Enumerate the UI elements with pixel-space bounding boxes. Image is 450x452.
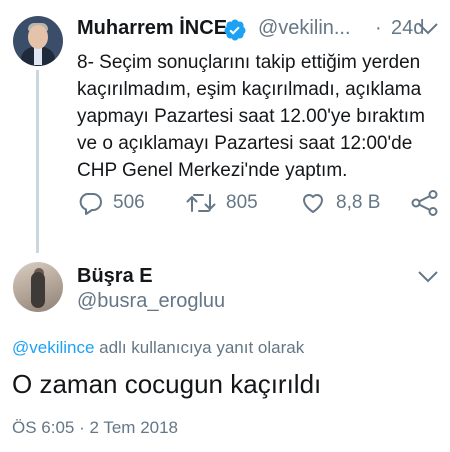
- tweet-text: 8- Seçim sonuçlarını takip ettiğim yerde…: [77, 49, 445, 184]
- chevron-down-icon[interactable]: [417, 270, 439, 284]
- replying-to: @vekilince adlı kullanıcıya yanıt olarak: [12, 338, 304, 358]
- tweet-text-line: ve o açıklamayı Pazartesi saat 12:00'de: [77, 133, 413, 154]
- retweet-icon: [186, 194, 216, 212]
- reply-button[interactable]: 506: [77, 191, 145, 215]
- avatar[interactable]: [13, 262, 63, 312]
- mention-link[interactable]: @vekilince: [12, 338, 94, 357]
- retweet-count: 805: [226, 192, 258, 213]
- tweet-text-line: 8- Seçim sonuçlarını takip ettiğim yerde…: [77, 52, 421, 73]
- like-count: 8,8 B: [336, 192, 381, 213]
- thread-line: [36, 70, 39, 253]
- avatar[interactable]: [13, 16, 63, 66]
- chevron-down-icon[interactable]: [417, 22, 439, 36]
- timestamp[interactable]: ÖS 6:05 · 2 Tem 2018: [12, 418, 178, 438]
- tweet-text-line: CHP Genel Merkezi'nde yaptım.: [77, 160, 348, 181]
- replying-to-label: adlı kullanıcıya yanıt olarak: [94, 338, 305, 357]
- share-icon[interactable]: [411, 190, 439, 216]
- reply-icon: [79, 193, 102, 215]
- author-handle[interactable]: @vekilin...: [258, 17, 351, 40]
- reply-author-handle[interactable]: @busra_erogluu: [77, 290, 225, 313]
- reply-author-name[interactable]: Büşra E: [77, 265, 153, 288]
- like-icon: [303, 194, 323, 213]
- like-button[interactable]: 8,8 B: [300, 191, 380, 215]
- reply-count: 506: [113, 192, 145, 213]
- verified-badge-icon: [224, 19, 246, 41]
- author-name[interactable]: Muharrem İNCE: [77, 17, 227, 40]
- retweet-button[interactable]: 805: [186, 191, 258, 215]
- tweet-text-line: kaçırılmadım, eşim kaçırılmadı, açıklama: [77, 79, 422, 100]
- reply-text: O zaman cocugun kaçırıldı: [12, 369, 322, 399]
- tweet-text-line: yapmayı Pazartesi saat 12.00'ye bıraktım: [77, 106, 425, 127]
- separator: ·: [375, 17, 382, 39]
